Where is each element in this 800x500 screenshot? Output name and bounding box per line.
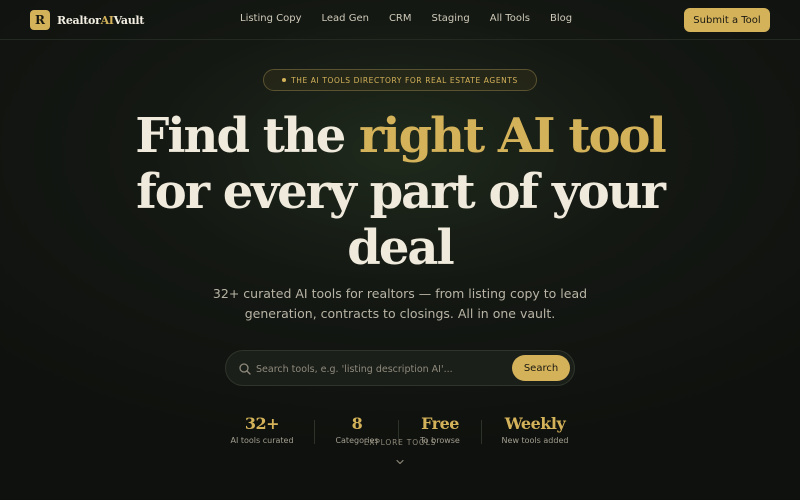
top-nav: R RealtorAIVault Listing Copy Lead Gen C… xyxy=(0,0,800,40)
search-input[interactable] xyxy=(256,360,506,378)
submit-tool-button[interactable]: Submit a Tool xyxy=(684,8,770,32)
headline-highlight: right AI tool xyxy=(359,108,667,164)
nav-link-crm[interactable]: CRM xyxy=(389,13,412,24)
stat-value: Weekly xyxy=(504,414,566,433)
hero-subtitle: 32+ curated AI tools for realtors — from… xyxy=(212,286,588,321)
search-button[interactable]: Search xyxy=(512,355,570,381)
eyebrow-badge: THE AI TOOLS DIRECTORY FOR REAL ESTATE A… xyxy=(263,69,537,91)
stat-value: 8 xyxy=(351,414,363,433)
headline-part-1: Find the xyxy=(135,108,360,164)
nav-link-staging[interactable]: Staging xyxy=(432,13,470,24)
headline-part-2: for every part of your xyxy=(136,164,666,220)
logo-text-ai: AI xyxy=(100,13,114,27)
main-menu: Listing Copy Lead Gen CRM Staging All To… xyxy=(240,13,592,24)
nav-link-blog[interactable]: Blog xyxy=(550,13,572,24)
explore-tools-label[interactable]: EXPLORE TOOLS xyxy=(0,438,800,447)
headline-part-3: deal xyxy=(347,220,454,276)
logo-badge: R xyxy=(30,10,50,30)
logo-text-post: Vault xyxy=(113,13,145,27)
nav-link-all-tools[interactable]: All Tools xyxy=(490,13,530,24)
page-headline: Find the right AI tool for every part of… xyxy=(0,108,800,276)
stat-value: Free xyxy=(421,414,459,433)
logo-text-pre: Realtor xyxy=(57,13,101,27)
logo-text: RealtorAIVault xyxy=(57,14,144,27)
nav-link-listing-copy[interactable]: Listing Copy xyxy=(240,13,302,24)
search-bar: Search xyxy=(225,350,575,386)
eyebrow-text: THE AI TOOLS DIRECTORY FOR REAL ESTATE A… xyxy=(291,75,518,85)
eyebrow-dot xyxy=(282,78,287,82)
stat-value: 32+ xyxy=(244,414,280,433)
chevron-down-icon[interactable] xyxy=(394,456,406,468)
nav-link-lead-gen[interactable]: Lead Gen xyxy=(322,13,369,24)
logo[interactable]: R RealtorAIVault xyxy=(30,10,144,30)
search-icon xyxy=(239,363,251,375)
